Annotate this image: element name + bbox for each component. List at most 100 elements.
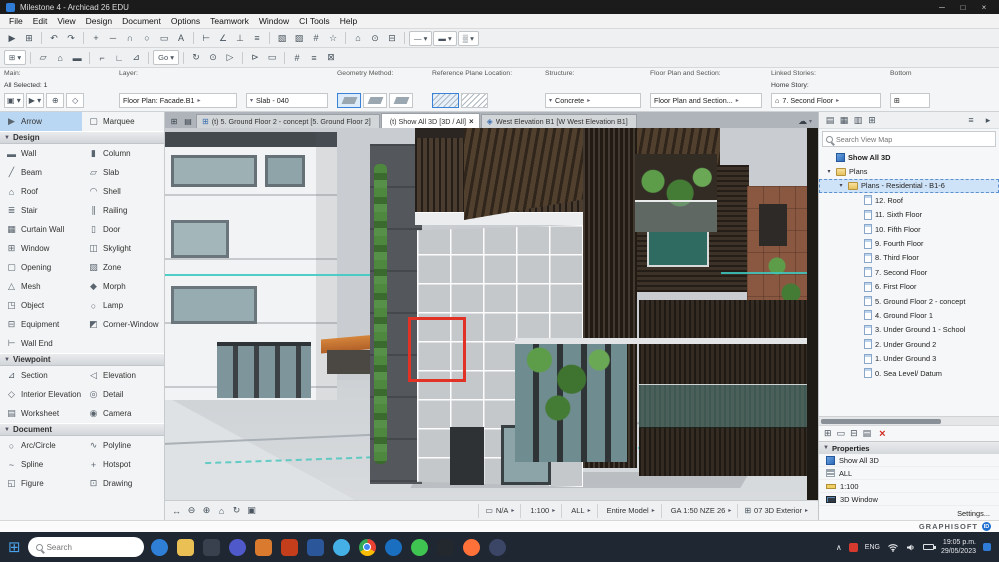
maximize-button[interactable]: □ bbox=[954, 1, 972, 13]
sep[interactable] bbox=[148, 51, 150, 64]
note-icon[interactable]: ▭ bbox=[264, 50, 280, 65]
view-map-item[interactable]: 3. Under Ground 1 - School bbox=[819, 323, 999, 337]
toolbox-tool[interactable]: ⌂ Roof bbox=[0, 182, 82, 201]
markup-flag-icon[interactable]: ⊳ bbox=[247, 50, 263, 65]
3d-viewport[interactable] bbox=[165, 128, 818, 500]
save-view-icon[interactable]: ▤ bbox=[863, 428, 872, 439]
hamburger-menu-icon[interactable]: ≡ bbox=[964, 114, 978, 127]
hash-icon[interactable]: # bbox=[289, 50, 305, 65]
wall-edit-icon[interactable]: ▬ bbox=[69, 50, 85, 65]
sep[interactable] bbox=[242, 51, 243, 64]
toolbox-section-viewpoint[interactable]: ▼ Viewpoint bbox=[0, 353, 164, 366]
toolbox-tool[interactable]: ◉ Camera bbox=[82, 404, 164, 423]
toolbox-tool[interactable]: ⊟ Equipment bbox=[0, 315, 82, 334]
walkthrough-icon[interactable]: ▷ bbox=[222, 50, 238, 65]
toolbox-tool[interactable]: ∿ Polyline bbox=[82, 436, 164, 455]
pen-dropdown[interactable]: ▬ ▾ bbox=[433, 30, 457, 46]
toolbox-tool[interactable]: ⊡ Drawing bbox=[82, 474, 164, 493]
toolbox-tool[interactable]: ◳ Object bbox=[0, 296, 82, 315]
label-icon[interactable]: ≡ bbox=[249, 31, 265, 46]
toolbox-tool[interactable]: △ Mesh bbox=[0, 277, 82, 296]
tab-close-icon[interactable]: × bbox=[469, 117, 474, 126]
geometry-method-rectangle-button[interactable] bbox=[363, 93, 387, 108]
toolbox-tool[interactable]: ▤ Worksheet bbox=[0, 404, 82, 423]
toolbox-tool[interactable]: ◆ Morph bbox=[82, 277, 164, 296]
menu-item[interactable]: Document bbox=[117, 16, 166, 26]
taskbar-photos-icon[interactable] bbox=[202, 538, 220, 556]
corner-icon[interactable]: ⌐ bbox=[94, 50, 110, 65]
notification-center-icon[interactable] bbox=[983, 543, 991, 551]
view-tab[interactable]: ◈ West Elevation B1 [W West Elevation B1… bbox=[480, 114, 637, 128]
layer-dropdown[interactable]: Floor Plan: Facade.B1 ▸ bbox=[119, 93, 237, 108]
view-map-item[interactable]: 9. Fourth Floor bbox=[819, 236, 999, 250]
toolbox-tool[interactable]: ⊞ Window bbox=[0, 239, 82, 258]
view-map-search[interactable] bbox=[822, 131, 996, 147]
reference-plane-bottom-button[interactable] bbox=[461, 93, 488, 108]
menu-item[interactable]: Options bbox=[166, 16, 205, 26]
toolbox-tool[interactable]: ▦ Curtain Wall bbox=[0, 220, 82, 239]
dimension-icon[interactable]: ⊢ bbox=[198, 31, 214, 46]
view-tab[interactable]: ⊞ (t) 5. Ground Floor 2 - concept [5. Gr… bbox=[196, 114, 380, 128]
view-map-item[interactable]: 1. Under Ground 3 bbox=[819, 351, 999, 365]
bottom-offset-stepper[interactable]: ⊞ bbox=[890, 93, 930, 108]
text-icon[interactable]: A bbox=[173, 31, 189, 46]
project-chooser-icon[interactable]: ▤ bbox=[823, 114, 837, 127]
taskbar-chrome-icon[interactable] bbox=[358, 538, 376, 556]
quick-option-dropdown[interactable]: ▭ N/A ▸ bbox=[478, 503, 520, 518]
view-map-item[interactable]: 7. Second Floor bbox=[819, 265, 999, 279]
zoom-in-icon[interactable]: ⊕ bbox=[199, 504, 214, 518]
geometry-method-rotated-button[interactable] bbox=[389, 93, 413, 108]
sep[interactable] bbox=[83, 32, 84, 44]
quick-option-dropdown[interactable]: Entire Model ▸ bbox=[596, 503, 661, 518]
sep[interactable] bbox=[404, 32, 405, 44]
toolbox-tool[interactable]: ▬ Wall bbox=[0, 144, 82, 163]
tray-app-icon[interactable] bbox=[848, 542, 858, 552]
sep[interactable] bbox=[269, 32, 270, 44]
properties-header[interactable]: ▼ Properties bbox=[819, 441, 999, 454]
arrow-mode-icon[interactable]: ▶ ▾ bbox=[25, 93, 45, 108]
reference-plane-top-button[interactable] bbox=[432, 93, 459, 108]
pan-icon[interactable]: ↔ bbox=[169, 504, 184, 518]
pan-icon[interactable]: + bbox=[88, 31, 104, 46]
taskbar-skype-icon[interactable] bbox=[332, 538, 350, 556]
quick-option-dropdown[interactable]: ALL ▸ bbox=[561, 503, 596, 518]
angle-icon[interactable]: ∠ bbox=[215, 31, 231, 46]
triangle-icon[interactable]: ⊿ bbox=[128, 50, 144, 65]
taskbar-camera-icon[interactable] bbox=[436, 538, 454, 556]
view-map-item[interactable]: Show All 3D bbox=[819, 150, 999, 164]
line-icon[interactable]: ─ bbox=[105, 31, 121, 46]
toolbox-tool[interactable]: ~ Spline bbox=[0, 455, 82, 474]
redo-icon[interactable]: ↷ bbox=[63, 31, 79, 46]
teamwork-cloud-button[interactable]: ☁ ▾ bbox=[794, 116, 816, 128]
toolbox-tool[interactable]: ◫ Skylight bbox=[82, 239, 164, 258]
toolbox-tool[interactable]: ◇ Interior Elevation bbox=[0, 385, 82, 404]
sep[interactable] bbox=[193, 32, 194, 44]
sep[interactable] bbox=[345, 32, 346, 44]
tree-expand-icon[interactable]: ▾ bbox=[837, 182, 845, 189]
view-map-icon[interactable]: ▦ bbox=[837, 114, 851, 127]
search-input[interactable] bbox=[836, 134, 992, 144]
sep[interactable] bbox=[284, 51, 285, 64]
toolbox-tool[interactable]: ▯ Door bbox=[82, 220, 164, 239]
view-map-item[interactable]: ▾ Plans bbox=[819, 164, 999, 178]
toolbox-tool[interactable]: ◠ Shell bbox=[82, 182, 164, 201]
toolbox-tool[interactable]: ∥ Railing bbox=[82, 201, 164, 220]
toolbox-tool[interactable]: ⊢ Wall End bbox=[0, 334, 82, 353]
arc-icon[interactable]: ∩ bbox=[122, 31, 138, 46]
tab-overview-icon[interactable]: ▤ bbox=[181, 115, 195, 128]
publisher-icon[interactable]: ⊞ bbox=[865, 114, 879, 127]
wifi-icon[interactable] bbox=[887, 543, 899, 552]
camera-path-icon[interactable]: ⊙ bbox=[367, 31, 383, 46]
menu-item[interactable]: Window bbox=[254, 16, 294, 26]
add-mode-icon[interactable]: ⊕ bbox=[46, 93, 65, 108]
taskbar-discord-icon[interactable] bbox=[488, 538, 506, 556]
toolbox-tool[interactable]: ≣ Stair bbox=[0, 201, 82, 220]
zoom-out-icon[interactable]: ⊖ bbox=[184, 504, 199, 518]
taskbar-whatsapp-icon[interactable] bbox=[410, 538, 428, 556]
menu-item[interactable]: CI Tools bbox=[294, 16, 335, 26]
structure-dropdown[interactable]: ▾ Concrete ▸ bbox=[545, 93, 641, 108]
clock[interactable]: 19:05 p.m. 29/05/2023 bbox=[941, 538, 976, 556]
view-map-item[interactable]: 4. Ground Floor 1 bbox=[819, 308, 999, 322]
view-map-item[interactable]: 8. Third Floor bbox=[819, 251, 999, 265]
rotate-view-icon[interactable]: ↻ bbox=[188, 50, 204, 65]
